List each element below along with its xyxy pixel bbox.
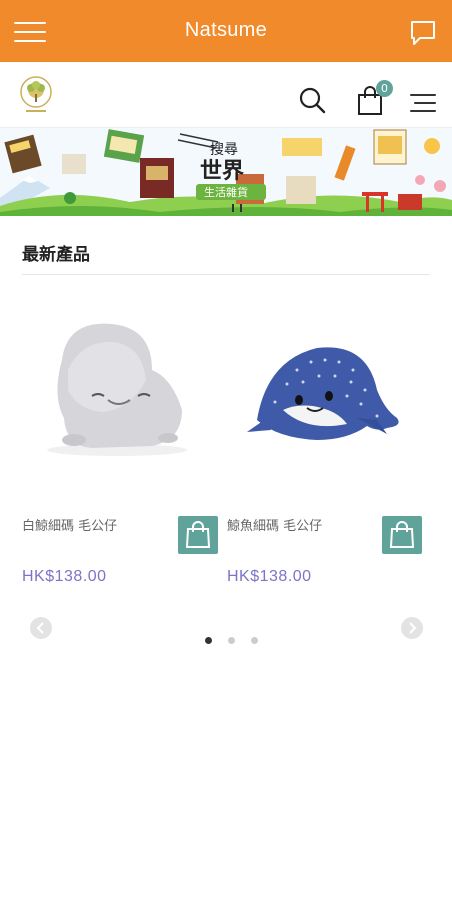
banner-heading-2: 世界: [200, 159, 244, 184]
product-image-whale-shark[interactable]: [227, 300, 427, 480]
section-title: 最新產品: [22, 245, 90, 265]
carousel-next-button[interactable]: [401, 617, 423, 639]
app-bar: Natsume: [0, 0, 452, 62]
product-price: HK$138.00: [22, 568, 107, 585]
chevron-right-icon: [409, 622, 417, 634]
menu-icon[interactable]: [408, 92, 436, 114]
shopping-bag-icon: [185, 521, 211, 548]
product-card[interactable]: 白鯨細碼 毛公仔 HK$138.00: [22, 300, 222, 600]
banner-subheading: 生活雜貨: [204, 185, 248, 199]
chevron-left-icon: [36, 622, 44, 634]
carousel-dot[interactable]: [205, 637, 212, 644]
search-icon[interactable]: [298, 86, 326, 114]
carousel-dot[interactable]: [251, 637, 258, 644]
section-divider: [22, 274, 430, 275]
add-to-cart-button[interactable]: [382, 516, 422, 554]
shopping-bag-icon: [389, 521, 415, 548]
product-price: HK$138.00: [227, 568, 312, 585]
carousel-prev-button[interactable]: [30, 617, 52, 639]
product-image-beluga[interactable]: [22, 300, 222, 480]
carousel-pagination: [205, 637, 265, 645]
carousel-dot[interactable]: [228, 637, 235, 644]
banner-heading-1: 搜尋: [210, 142, 238, 158]
chat-bubble-icon[interactable]: [410, 20, 436, 46]
app-title: Natsume: [184, 19, 268, 41]
add-to-cart-button[interactable]: [178, 516, 218, 554]
promo-banner[interactable]: 搜尋 世界 生活雜貨: [0, 128, 452, 216]
product-name[interactable]: 鯨魚細碼 毛公仔: [227, 515, 322, 534]
natsume-logo[interactable]: [18, 76, 54, 116]
cart-count-badge: 0: [376, 80, 393, 97]
product-card[interactable]: 鯨魚細碼 毛公仔 HK$138.00: [227, 300, 427, 600]
product-name[interactable]: 白鯨細碼 毛公仔: [22, 515, 117, 534]
